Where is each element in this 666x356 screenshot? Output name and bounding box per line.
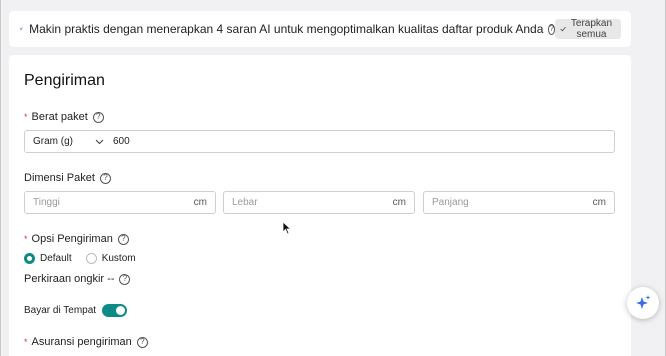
mouse-cursor-icon	[282, 221, 292, 235]
ai-suggestion-banner: Makin praktis dengan menerapkan 4 saran …	[9, 11, 631, 47]
weight-input[interactable]: 600	[113, 136, 130, 147]
weight-unit-value: Gram (g)	[33, 136, 73, 147]
cod-row: Bayar di Tempat	[24, 304, 128, 317]
insurance-label-row: * Asuransi pengiriman ?	[24, 336, 148, 348]
width-unit: cm	[392, 197, 406, 208]
ai-assistant-button[interactable]	[627, 287, 659, 319]
height-input[interactable]: Tinggi cm	[24, 191, 216, 214]
shipping-estimate-label: Perkiraan ongkir --	[24, 273, 115, 285]
dimensions-label-row: Dimensi Paket ?	[24, 172, 111, 184]
weight-label: Berat paket	[31, 111, 88, 123]
help-icon[interactable]: ?	[99, 172, 111, 184]
radio-custom[interactable]	[85, 253, 97, 264]
required-marker: *	[24, 234, 28, 244]
length-placeholder: Panjang	[432, 197, 469, 208]
insurance-label: Asuransi pengiriman	[31, 336, 132, 348]
help-icon[interactable]: ?	[92, 111, 104, 123]
width-input[interactable]: Lebar cm	[223, 191, 415, 214]
check-icon	[560, 26, 566, 32]
cod-toggle[interactable]	[102, 304, 128, 317]
radio-default[interactable]	[24, 253, 35, 264]
length-unit: cm	[592, 197, 606, 208]
radio-custom-label: Kustom	[101, 253, 136, 264]
shipping-options-radio-group: Default Kustom	[24, 253, 150, 264]
shipping-options-label: Opsi Pengiriman	[31, 233, 113, 245]
help-icon[interactable]: ?	[119, 273, 131, 285]
shipping-estimate-row: Perkiraan ongkir -- ?	[24, 273, 131, 285]
chevron-down-icon	[95, 139, 104, 145]
length-input[interactable]: Panjang cm	[423, 191, 615, 214]
width-placeholder: Lebar	[232, 197, 258, 208]
help-icon[interactable]: ?	[117, 233, 129, 245]
dimensions-label: Dimensi Paket	[24, 172, 95, 184]
weight-label-row: * Berat paket ?	[24, 111, 104, 123]
help-icon[interactable]: ?	[136, 336, 148, 348]
height-placeholder: Tinggi	[33, 197, 60, 208]
ai-banner-message: Makin praktis dengan menerapkan 4 saran …	[29, 22, 544, 36]
weight-field: Gram (g) 600	[24, 130, 615, 153]
section-title: Pengiriman	[24, 72, 105, 89]
ai-sparkle-icon	[636, 295, 651, 309]
shipping-options-label-row: * Opsi Pengiriman ?	[24, 233, 129, 245]
ai-sparkle-icon	[19, 27, 23, 31]
radio-default-label: Default	[40, 253, 72, 264]
apply-all-button[interactable]: Terapkan semua	[554, 18, 621, 40]
weight-unit-select[interactable]: Gram (g)	[25, 136, 113, 147]
apply-all-label: Terapkan semua	[570, 18, 613, 40]
cod-label: Bayar di Tempat	[24, 305, 97, 316]
shipping-card: Pengiriman * Berat paket ? Gram (g) 600 …	[9, 55, 631, 356]
help-icon[interactable]: ?	[548, 23, 555, 35]
required-marker: *	[24, 112, 28, 122]
height-unit: cm	[193, 197, 207, 208]
required-marker: *	[24, 337, 28, 347]
